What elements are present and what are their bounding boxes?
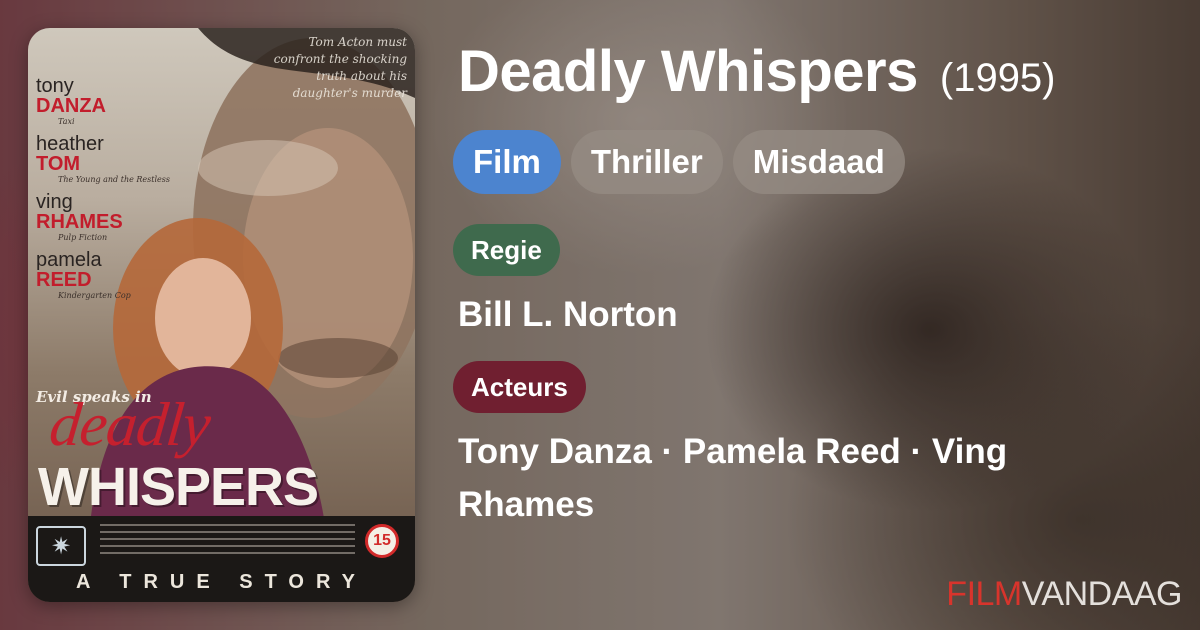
poster-title-deadly: deadly xyxy=(46,391,213,459)
poster-credit: tony danza Taxi xyxy=(36,75,106,126)
movie-year: (1995) xyxy=(939,56,1056,100)
movie-info: Deadly Whispers (1995) Film Thriller Mis… xyxy=(453,38,1178,531)
actors-label: Acteurs xyxy=(453,361,586,413)
tag-film[interactable]: Film xyxy=(453,130,561,194)
movie-poster[interactable]: Tom Acton must confront the shocking tru… xyxy=(28,28,415,602)
actors-list[interactable]: Tony Danza · Pamela Reed · Ving Rhames xyxy=(458,425,1098,531)
brand-film: FILM xyxy=(946,575,1022,613)
brand-vandaag: VANDAAG xyxy=(1021,575,1183,613)
director-name[interactable]: Bill L. Norton xyxy=(458,288,1098,341)
poster-credit: ving rhames Pulp Fiction xyxy=(36,191,123,242)
age-rating-badge: 15 xyxy=(365,524,399,558)
tag-thriller[interactable]: Thriller xyxy=(570,130,723,194)
poster-true-story: A TRUE STORY xyxy=(75,571,368,593)
director-label: Regie xyxy=(453,224,560,276)
poster-credit: heather tom The Young and the Restless xyxy=(36,133,170,184)
classification-logo-icon: ✷ xyxy=(36,526,86,566)
poster-fineprint xyxy=(100,524,355,558)
poster-title-whispers: WHISPERS xyxy=(38,457,319,517)
tag-list: Film Thriller Misdaad xyxy=(453,130,1178,194)
poster-tagline: Tom Acton must confront the shocking tru… xyxy=(273,35,407,100)
poster-credits: tony danza Taxi heather tom The Young an… xyxy=(36,76,206,308)
poster-bottom-band: ✷ 15 A TRUE STORY xyxy=(28,516,415,602)
movie-title[interactable]: Deadly Whispers xyxy=(458,38,918,105)
poster-credit: pamela reed Kindergarten Cop xyxy=(36,249,131,300)
filmvandaag-logo[interactable]: FILMVANDAAG xyxy=(946,575,1182,614)
title-row: Deadly Whispers (1995) xyxy=(458,38,1178,114)
tag-misdaad[interactable]: Misdaad xyxy=(732,130,905,194)
share-card: Tom Acton must confront the shocking tru… xyxy=(0,0,1200,630)
